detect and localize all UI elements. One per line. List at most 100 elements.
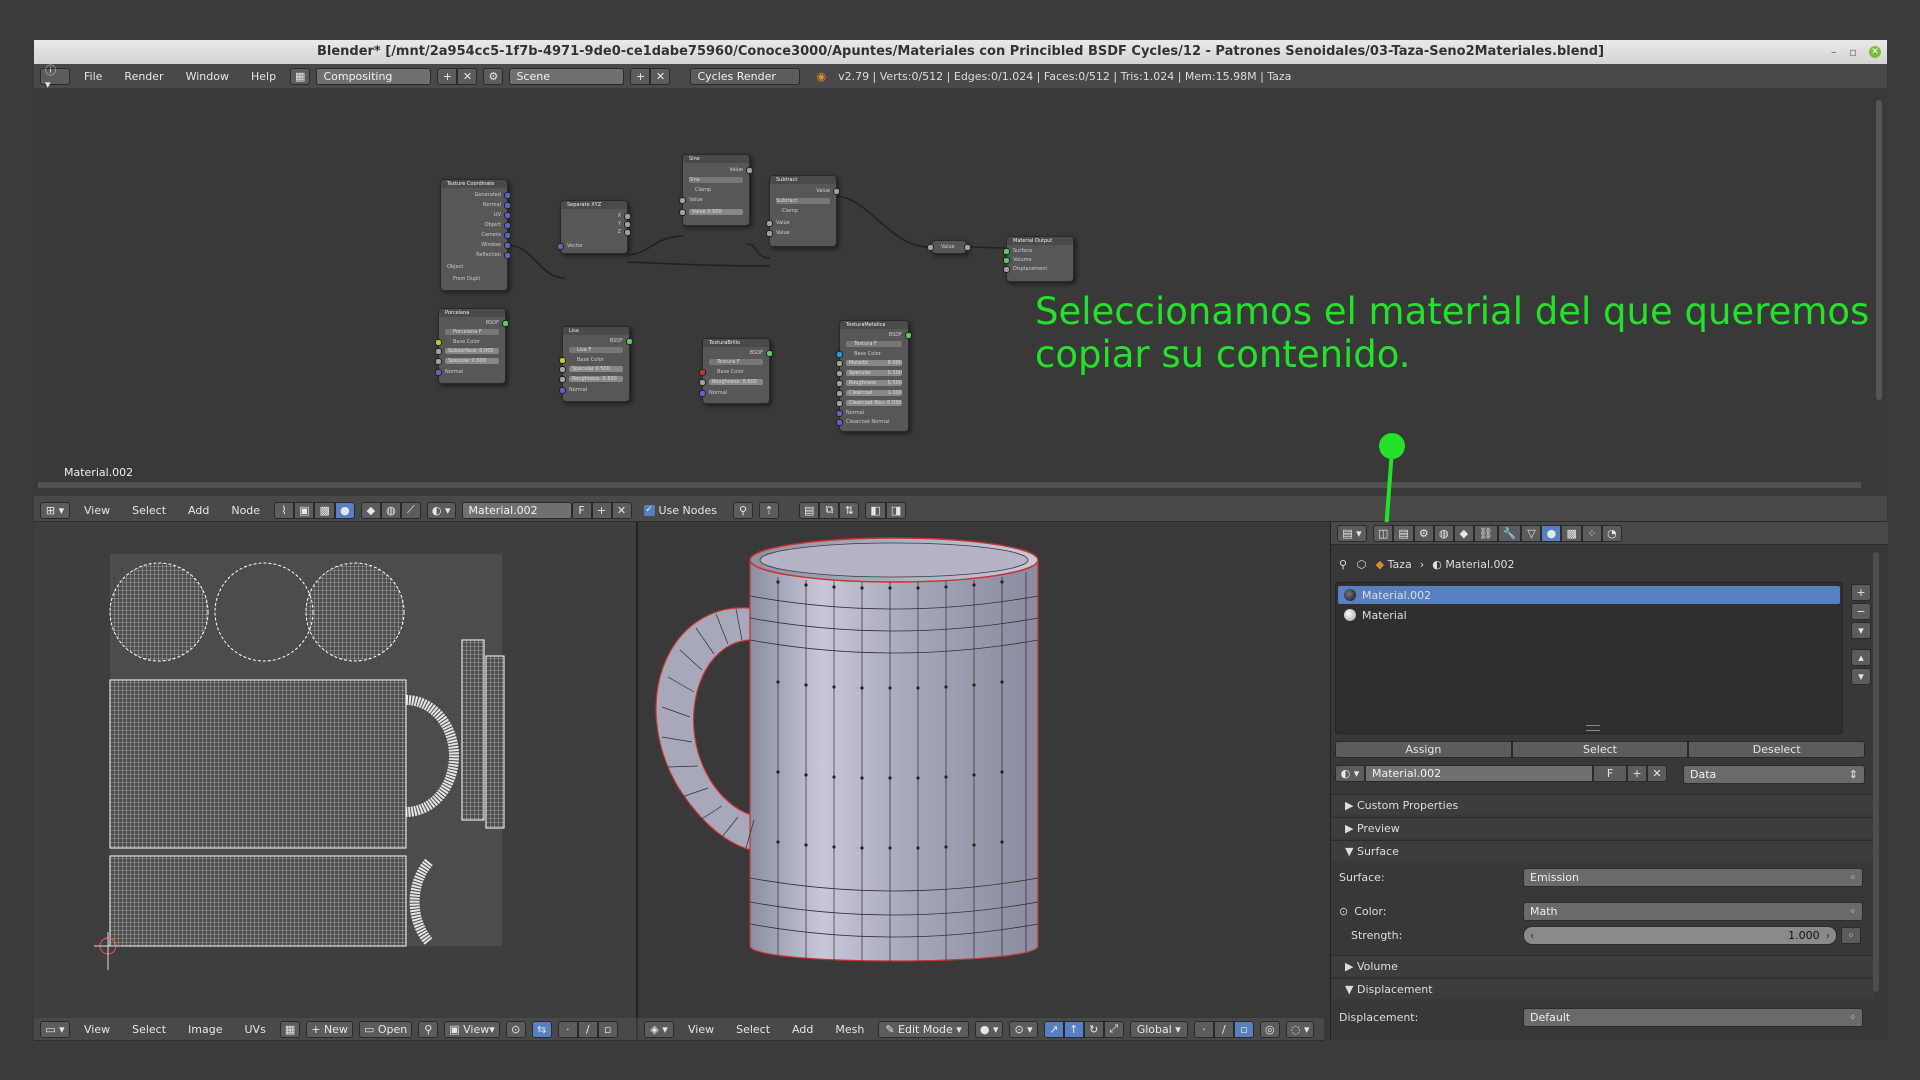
node-menu-view[interactable]: View bbox=[76, 504, 118, 517]
group-select[interactable]: Lisa F bbox=[569, 347, 623, 353]
new-image-button[interactable]: + New bbox=[306, 1020, 353, 1038]
node-sine[interactable]: Sine Value Sine Clamp Value Value 0.500 bbox=[679, 154, 753, 226]
world-shader-icon[interactable]: ◍ bbox=[380, 501, 401, 519]
node-material-output[interactable]: Material Output Surface Volume Displacem… bbox=[1003, 236, 1074, 282]
edge-select-icon[interactable]: / bbox=[1213, 1020, 1234, 1038]
screen-layout-icon[interactable]: ▦ bbox=[290, 67, 311, 85]
node-menu-select[interactable]: Select bbox=[124, 504, 174, 517]
socket[interactable] bbox=[435, 358, 442, 365]
node-material-field[interactable]: Material.002 bbox=[461, 501, 572, 519]
socket[interactable] bbox=[766, 350, 773, 357]
socket[interactable] bbox=[927, 244, 934, 251]
vertex-select-icon[interactable]: · bbox=[1193, 1020, 1214, 1038]
move-slot-up-icon[interactable]: ▴ bbox=[1851, 649, 1871, 666]
sync-select-icon[interactable]: ⇆ bbox=[531, 1020, 552, 1038]
material-tab-icon[interactable]: ● bbox=[1541, 524, 1562, 542]
socket[interactable] bbox=[836, 351, 843, 358]
mode-select[interactable]: ✎ Edit Mode ▾ bbox=[878, 1020, 969, 1038]
panel-volume[interactable]: ▶ Volume bbox=[1331, 955, 1874, 976]
node-group-textura-metalica[interactable]: TexturaMetalica BSDF Textura F Base Colo… bbox=[836, 320, 912, 432]
socket[interactable] bbox=[435, 339, 442, 346]
use-nodes-checkbox[interactable]: ✓ Use Nodes bbox=[643, 504, 717, 517]
shading-mode-icon[interactable]: ● ▾ bbox=[974, 1020, 1004, 1038]
group-select[interactable]: Textura F bbox=[709, 359, 763, 365]
shader-nodes-icon[interactable]: ⌇ bbox=[274, 501, 295, 519]
value-field[interactable]: Value 0.500 bbox=[689, 209, 743, 215]
screen-layout-field[interactable]: Compositing bbox=[316, 67, 432, 85]
properties-editor-type-icon[interactable]: ▤ ▾ bbox=[1337, 524, 1367, 542]
slider-left-arrow-icon[interactable]: ‹ bbox=[1530, 929, 1534, 942]
add-scene-icon[interactable]: + bbox=[630, 67, 651, 85]
socket[interactable] bbox=[836, 380, 843, 387]
socket[interactable] bbox=[624, 213, 631, 220]
object-shader-icon[interactable]: ◆ bbox=[360, 501, 381, 519]
add-screen-icon[interactable]: + bbox=[437, 67, 458, 85]
panel-preview[interactable]: ▶ Preview bbox=[1331, 817, 1874, 838]
socket[interactable] bbox=[624, 221, 631, 228]
scale-icon[interactable]: ⤢ bbox=[1103, 1020, 1124, 1038]
material-slot-list[interactable]: Material.002 Material bbox=[1335, 582, 1843, 734]
operation-select[interactable]: Sine bbox=[689, 177, 743, 183]
object-tab-icon[interactable]: ◆ bbox=[1453, 524, 1474, 542]
render-layers-tab-icon[interactable]: ▤ bbox=[1393, 524, 1414, 542]
metallic-field[interactable]: Metallic 0.000 bbox=[846, 360, 902, 366]
proportional-edit-icon[interactable]: ◌ ▾ bbox=[1285, 1020, 1315, 1038]
uv-menu-select[interactable]: Select bbox=[124, 1023, 174, 1036]
material-nodes-icon[interactable]: ● bbox=[334, 501, 355, 519]
material-browse-icon[interactable]: ◐ ▾ bbox=[1335, 765, 1365, 782]
open-image-button[interactable]: ▭ Open bbox=[358, 1020, 413, 1038]
world-tab-icon[interactable]: ◍ bbox=[1433, 524, 1454, 542]
node-texture-coordinate[interactable]: Texture Coordinate Generated Normal UV O… bbox=[440, 179, 511, 291]
panel-custom-properties[interactable]: ▶ Custom Properties bbox=[1331, 794, 1874, 815]
backdrop-icon[interactable]: ▤ bbox=[799, 501, 820, 519]
face-select-icon[interactable]: ▫ bbox=[597, 1020, 618, 1038]
socket[interactable] bbox=[559, 366, 566, 373]
socket[interactable] bbox=[836, 410, 843, 417]
socket[interactable] bbox=[559, 357, 566, 364]
socket[interactable] bbox=[836, 370, 843, 377]
socket[interactable] bbox=[559, 376, 566, 383]
add-slot-icon[interactable]: + bbox=[1851, 584, 1871, 601]
paste-icon[interactable]: ⇅ bbox=[839, 501, 860, 519]
node-separate-xyz[interactable]: Separate XYZ X Y Z Vector bbox=[557, 200, 631, 254]
socket[interactable] bbox=[626, 338, 633, 345]
compositing-nodes-icon[interactable]: ▣ bbox=[294, 501, 315, 519]
select-button[interactable]: Select bbox=[1511, 741, 1689, 758]
socket[interactable] bbox=[559, 387, 566, 394]
clearcoat-field[interactable]: Clearcoat 1.000 bbox=[846, 390, 902, 396]
snap-icon[interactable]: ⚲ bbox=[733, 501, 753, 519]
node-group-porcelana[interactable]: Porcelana BSDF Porcelana F Base Color Su… bbox=[435, 308, 509, 384]
assign-button[interactable]: Assign bbox=[1335, 741, 1512, 758]
socket[interactable] bbox=[557, 243, 564, 250]
edge-select-icon[interactable]: / bbox=[577, 1020, 598, 1038]
view-select[interactable]: ▣ View ▾ bbox=[444, 1020, 500, 1038]
socket[interactable] bbox=[504, 252, 511, 259]
uv-menu-image[interactable]: Image bbox=[180, 1023, 230, 1036]
link-select[interactable]: Data ⇕ bbox=[1683, 765, 1865, 784]
render-tab-icon[interactable]: ◫ bbox=[1373, 524, 1394, 542]
properties-scrollbar[interactable] bbox=[1873, 552, 1879, 992]
socket[interactable] bbox=[679, 209, 686, 216]
manipulator-icon[interactable]: ↗ bbox=[1043, 1020, 1064, 1038]
occlude-icon[interactable]: ◎ bbox=[1259, 1020, 1280, 1038]
strength-slider[interactable]: ‹ 1.000 › bbox=[1523, 926, 1837, 945]
viewport-menu-add[interactable]: Add bbox=[784, 1023, 821, 1036]
viewport-menu-select[interactable]: Select bbox=[728, 1023, 778, 1036]
socket[interactable] bbox=[836, 360, 843, 367]
socket[interactable] bbox=[766, 230, 773, 237]
roughness-field[interactable]: Roughness: 0.500 bbox=[709, 379, 763, 385]
roughness-field[interactable]: Roughness 0.500 bbox=[846, 380, 902, 386]
particles-tab-icon[interactable]: ⁘ bbox=[1581, 524, 1602, 542]
socket[interactable] bbox=[504, 202, 511, 209]
texture-nodes-icon[interactable]: ▩ bbox=[314, 501, 335, 519]
uv-editor-type-icon[interactable]: ▭ ▾ bbox=[40, 1020, 70, 1038]
socket[interactable] bbox=[699, 390, 706, 397]
unlink-material-icon[interactable]: ✕ bbox=[1647, 765, 1667, 782]
node-group-textura-brillo[interactable]: TexturaBrillo BSDF Textura F Base Color … bbox=[699, 338, 773, 404]
socket[interactable] bbox=[964, 244, 971, 251]
clamp-checkbox[interactable]: Clamp bbox=[782, 208, 830, 214]
line-style-icon[interactable]: ⟋ bbox=[400, 501, 421, 519]
pivot-point-icon[interactable]: ⊙ ▾ bbox=[1009, 1020, 1038, 1038]
material-slot-item[interactable]: Material.002 bbox=[1338, 586, 1840, 604]
uv-menu-uvs[interactable]: UVs bbox=[237, 1023, 274, 1036]
